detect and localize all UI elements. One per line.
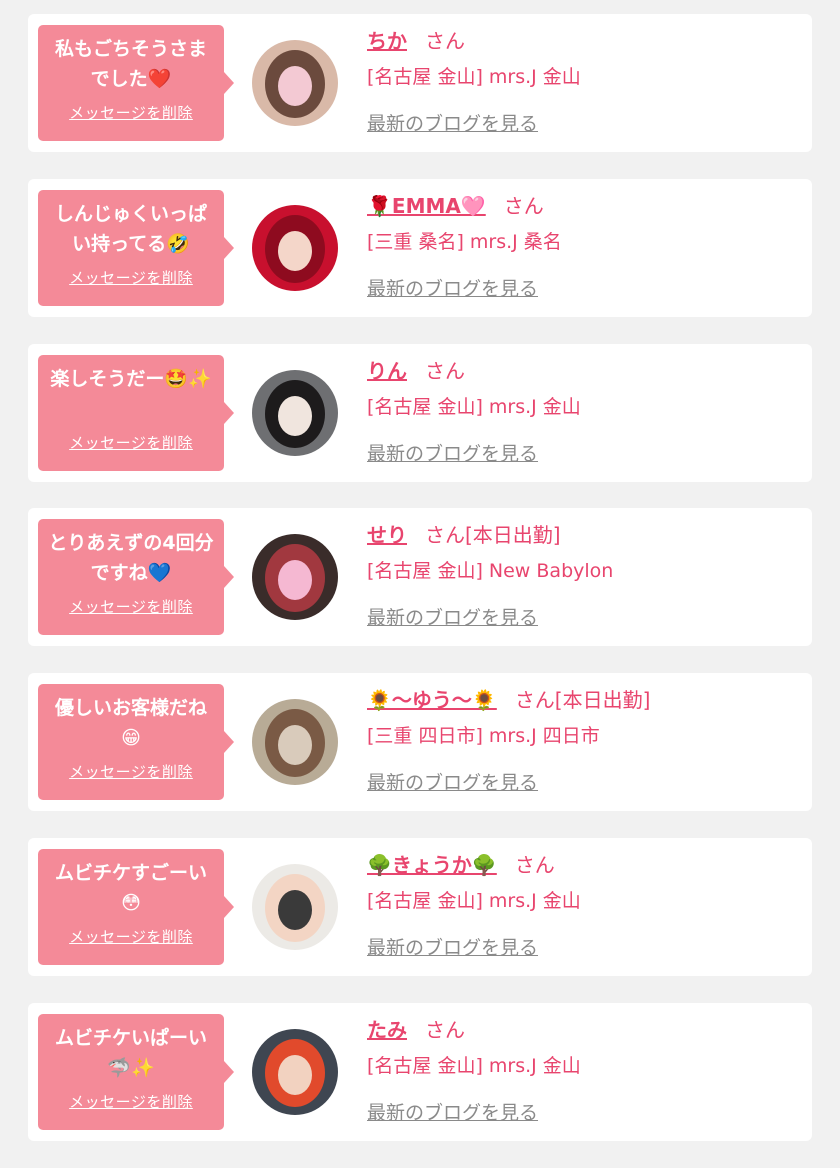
message-card: しんじゅくいっぱい持ってる🤣 メッセージを削除 🌹EMMA🩷 さん [三重 桑名]… (28, 178, 812, 317)
message-card: ムビチケすごーい😳 メッセージを削除 🌳きょうか🌳 さん [名古屋 金山] mrs… (28, 837, 812, 976)
girl-name-link[interactable]: ちか (367, 29, 407, 53)
name-suffix: さん[本日出勤] (425, 523, 561, 548)
latest-blog-link[interactable]: 最新のブログを見る (367, 933, 538, 960)
message-bubble: ムビチケいぱーい🦈✨ メッセージを削除 (38, 1013, 234, 1130)
shop-name: [名古屋 金山] mrs.J 金山 (367, 1054, 581, 1077)
delete-message-link[interactable]: メッセージを削除 (69, 432, 193, 453)
message-text: 優しいお客様だね😁 (54, 697, 207, 750)
message-card: 私もごちそうさまでした❤️ メッセージを削除 ちか さん [名古屋 金山] mrs… (28, 14, 812, 152)
delete-message-link[interactable]: メッセージを削除 (69, 596, 193, 617)
message-bubble: ムビチケすごーい😳 メッセージを削除 (38, 848, 234, 965)
name-suffix: さん (425, 1017, 465, 1042)
name-line: せり さん[本日出勤] (367, 520, 802, 550)
name-line: 🌻〜ゆう〜🌻 さん[本日出勤] (367, 685, 802, 715)
avatar[interactable] (252, 534, 338, 621)
shop-name: [三重 四日市] mrs.J 四日市 (367, 725, 600, 748)
girl-name-link[interactable]: 🌹EMMA🩷 (367, 194, 486, 218)
delete-message-link[interactable]: メッセージを削除 (69, 267, 193, 288)
name-suffix: さん (514, 852, 555, 877)
message-text: ムビチケすごーい😳 (54, 861, 207, 914)
avatar-image (252, 699, 338, 786)
message-text: 私もごちそうさまでした❤️ (54, 38, 207, 90)
girl-info: せり さん[本日出勤] [名古屋 金山] New Babylon 最新のブログを見… (367, 520, 802, 630)
avatar[interactable] (252, 863, 338, 950)
shop-name: [名古屋 金山] mrs.J 金山 (367, 395, 581, 418)
girl-name-link[interactable]: りん (367, 359, 407, 383)
girl-info: りん さん [名古屋 金山] mrs.J 金山 最新のブログを見る (367, 356, 802, 466)
avatar[interactable] (252, 369, 338, 456)
latest-blog-link[interactable]: 最新のブログを見る (367, 439, 538, 466)
girl-name-link[interactable]: たみ (367, 1018, 407, 1042)
latest-blog-link[interactable]: 最新のブログを見る (367, 603, 538, 630)
avatar-image (252, 369, 338, 456)
name-line: りん さん (367, 356, 802, 386)
name-line: ちか さん (367, 26, 802, 56)
name-line: 🌹EMMA🩷 さん (367, 191, 802, 221)
name-suffix: さん (425, 29, 465, 53)
message-text: ムビチケいぱーい🦈✨ (54, 1026, 207, 1079)
name-suffix: さん (425, 358, 465, 383)
avatar[interactable] (252, 40, 338, 126)
message-card: とりあえずの4回分ですね💙 メッセージを削除 せり さん[本日出勤] [名古屋 金… (28, 508, 812, 647)
girl-name-link[interactable]: せり (367, 523, 407, 547)
delete-message-link[interactable]: メッセージを削除 (69, 926, 193, 947)
delete-message-link[interactable]: メッセージを削除 (69, 1091, 193, 1112)
shop-name: [三重 桑名] mrs.J 桑名 (367, 230, 562, 253)
message-text: とりあえずの4回分ですね💙 (48, 532, 214, 585)
message-bubble: しんじゅくいっぱい持ってる🤣 メッセージを削除 (38, 189, 234, 306)
girl-name-link[interactable]: 🌳きょうか🌳 (367, 853, 497, 877)
avatar-image (252, 534, 338, 621)
avatar-image (252, 1028, 338, 1115)
name-line: 🌳きょうか🌳 さん (367, 850, 802, 880)
shop-name: [名古屋 金山] New Babylon (367, 560, 614, 583)
message-card: 優しいお客様だね😁 メッセージを削除 🌻〜ゆう〜🌻 さん[本日出勤] [三重 四日… (28, 673, 812, 812)
message-card: ムビチケいぱーい🦈✨ メッセージを削除 たみ さん [名古屋 金山] mrs.J … (28, 1002, 812, 1141)
name-line: たみ さん (367, 1015, 802, 1045)
girl-info: ちか さん [名古屋 金山] mrs.J 金山 最新のブログを見る (367, 26, 802, 136)
girl-info: たみ さん [名古屋 金山] mrs.J 金山 最新のブログを見る (367, 1015, 802, 1125)
girl-info: 🌹EMMA🩷 さん [三重 桑名] mrs.J 桑名 最新のブログを見る (367, 191, 802, 301)
message-text: 楽しそうだー🤩✨ (50, 367, 212, 390)
girl-name-link[interactable]: 🌻〜ゆう〜🌻 (367, 688, 497, 712)
message-text: しんじゅくいっぱい持ってる🤣 (54, 202, 207, 255)
latest-blog-link[interactable]: 最新のブログを見る (367, 1098, 538, 1125)
latest-blog-link[interactable]: 最新のブログを見る (367, 768, 538, 795)
message-card: 楽しそうだー🤩✨ メッセージを削除 りん さん [名古屋 金山] mrs.J 金山… (28, 343, 812, 482)
name-suffix: さん[本日出勤] (514, 688, 651, 713)
message-card-list: 私もごちそうさまでした❤️ メッセージを削除 ちか さん [名古屋 金山] mrs… (28, 14, 812, 1168)
avatar-image (252, 40, 338, 126)
girl-info: 🌻〜ゆう〜🌻 さん[本日出勤] [三重 四日市] mrs.J 四日市 最新のブログ… (367, 685, 802, 795)
avatar[interactable] (252, 204, 338, 291)
message-bubble: 楽しそうだー🤩✨ メッセージを削除 (38, 354, 234, 471)
delete-message-link[interactable]: メッセージを削除 (69, 102, 193, 123)
message-bubble: とりあえずの4回分ですね💙 メッセージを削除 (38, 519, 234, 636)
avatar-image (252, 863, 338, 950)
message-bubble: 私もごちそうさまでした❤️ メッセージを削除 (38, 25, 234, 141)
avatar[interactable] (252, 1028, 338, 1115)
latest-blog-link[interactable]: 最新のブログを見る (367, 274, 538, 301)
shop-name: [名古屋 金山] mrs.J 金山 (367, 66, 581, 88)
latest-blog-link[interactable]: 最新のブログを見る (367, 109, 538, 136)
girl-info: 🌳きょうか🌳 さん [名古屋 金山] mrs.J 金山 最新のブログを見る (367, 850, 802, 960)
avatar[interactable] (252, 699, 338, 786)
name-suffix: さん (503, 193, 544, 218)
delete-message-link[interactable]: メッセージを削除 (69, 761, 193, 782)
avatar-image (252, 204, 338, 291)
shop-name: [名古屋 金山] mrs.J 金山 (367, 889, 581, 912)
message-bubble: 優しいお客様だね😁 メッセージを削除 (38, 684, 234, 801)
